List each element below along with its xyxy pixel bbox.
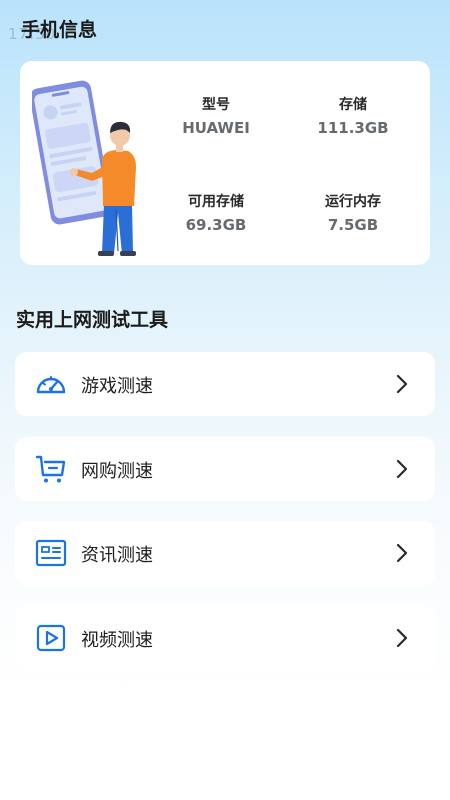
info-model: 型号 HUAWEI (161, 94, 271, 137)
info-storage-value: 111.3GB (317, 119, 389, 137)
chevron-right-icon (396, 543, 408, 563)
info-available-value: 69.3GB (185, 216, 247, 234)
info-model-value: HUAWEI (182, 119, 250, 137)
info-available-storage: 可用存储 69.3GB (161, 191, 271, 234)
chevron-right-icon (396, 459, 408, 479)
info-available-label: 可用存储 (188, 194, 244, 210)
news-speed-test-label: 资讯测速 (81, 545, 153, 566)
phone-person-illustration (32, 80, 136, 256)
video-play-icon (36, 624, 66, 652)
info-ram: 运行内存 7.5GB (298, 191, 408, 234)
info-ram-label: 运行内存 (325, 194, 381, 210)
game-speed-test-item[interactable]: 游戏测速 (15, 352, 435, 416)
info-storage-label: 存储 (339, 97, 367, 113)
video-speed-test-item[interactable]: 视频测速 (15, 606, 435, 670)
info-model-label: 型号 (202, 97, 230, 113)
chevron-right-icon (396, 628, 408, 648)
news-icon (35, 539, 67, 567)
shopping-cart-icon (35, 455, 66, 483)
phone-info-card: 型号 HUAWEI 存储 111.3GB 可用存储 69.3GB 运行内存 7.… (20, 61, 430, 265)
news-speed-test-item[interactable]: 资讯测速 (15, 521, 435, 585)
shopping-speed-test-label: 网购测速 (81, 461, 153, 482)
game-speed-test-label: 游戏测速 (81, 376, 153, 397)
tools-section-title: 实用上网测试工具 (16, 309, 169, 331)
info-ram-value: 7.5GB (327, 216, 379, 234)
chevron-right-icon (396, 374, 408, 394)
video-speed-test-label: 视频测速 (81, 630, 153, 651)
info-storage: 存储 111.3GB (298, 94, 408, 137)
phone-info-title: 手机信息 (21, 19, 98, 41)
speedometer-icon (36, 376, 66, 394)
shopping-speed-test-item[interactable]: 网购测速 (15, 437, 435, 501)
